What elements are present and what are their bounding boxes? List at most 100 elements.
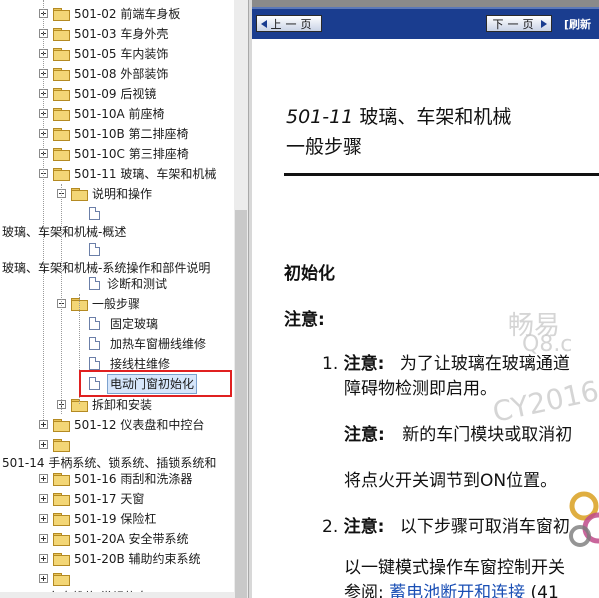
expand-plus-icon[interactable] bbox=[39, 420, 48, 429]
tree-item[interactable]: 501-08 外部装饰 bbox=[0, 64, 234, 84]
tree-item-label: 501-19 保险杠 bbox=[74, 512, 157, 526]
document-pane: 上一页 下一页 [刷新 501-11 玻璃、车架和机械 一般步骤 初始化 注意:… bbox=[252, 0, 599, 598]
tree-item-label: 加热车窗栅线维修 bbox=[110, 337, 207, 351]
tree-item[interactable]: 501-09 后视镜 bbox=[0, 84, 234, 104]
tree-item[interactable]: 501-11 玻璃、车架和机械 bbox=[0, 164, 234, 184]
tree-item-label: 一般步骤 bbox=[92, 297, 141, 311]
tree-item-label: 诊断和测试 bbox=[107, 277, 168, 291]
expand-plus-icon[interactable] bbox=[39, 534, 48, 543]
tree-item-label: 501-09 后视镜 bbox=[74, 87, 157, 101]
tree-item-label: 501-16 雨刮和洗涤器 bbox=[74, 472, 193, 486]
page-subtitle: 一般步骤 bbox=[286, 136, 363, 158]
document-icon bbox=[89, 243, 100, 256]
folder-icon bbox=[53, 513, 70, 526]
tree-item[interactable]: 501-12 仪表盘和中控台 bbox=[0, 415, 234, 435]
document-icon bbox=[89, 207, 100, 220]
tree-horizontal-scrollbar[interactable] bbox=[0, 592, 234, 598]
tree-item-label: 501-03 车身外壳 bbox=[74, 27, 169, 41]
folder-icon bbox=[71, 188, 88, 201]
note-2-label: 注意: bbox=[344, 425, 385, 445]
arrow-right-icon bbox=[541, 20, 547, 28]
note-heading: 注意: bbox=[284, 310, 325, 330]
reference-label: 参阅: bbox=[344, 583, 384, 598]
tree-item-label: 501-20A 安全带系统 bbox=[74, 532, 189, 546]
expand-plus-icon[interactable] bbox=[39, 494, 48, 503]
document-toolbar: 上一页 下一页 [刷新 bbox=[252, 7, 599, 39]
watermark-logo-icon bbox=[569, 491, 599, 547]
tree-item[interactable]: 501-05 车内装饰 bbox=[0, 44, 234, 64]
refresh-link[interactable]: [刷新 bbox=[564, 16, 591, 32]
tree-item[interactable]: 501-19 保险杠 bbox=[0, 509, 234, 529]
folder-icon bbox=[53, 68, 70, 81]
tree-item[interactable]: 501-10B 第二排座椅 bbox=[0, 124, 234, 144]
folder-icon bbox=[53, 553, 70, 566]
title-divider bbox=[284, 173, 599, 176]
folder-icon bbox=[53, 108, 70, 121]
battery-disconnect-link[interactable]: 蓄电池断开和连接 bbox=[389, 583, 525, 598]
folder-icon bbox=[53, 533, 70, 546]
folder-icon bbox=[53, 573, 70, 586]
mode-instruction: 以一键模式操作车窗控制开关 bbox=[344, 558, 565, 578]
tree-item-label: 501-20B 辅助约束系统 bbox=[74, 552, 201, 566]
folder-icon bbox=[53, 493, 70, 506]
tree-scrollbar-thumb[interactable] bbox=[235, 210, 247, 598]
expand-plus-icon[interactable] bbox=[39, 514, 48, 523]
title-code: 501-11 bbox=[286, 106, 354, 128]
tree-connector-line bbox=[61, 184, 62, 414]
next-page-label: 下一页 bbox=[492, 18, 538, 31]
tree-item[interactable]: 诊断和测试 bbox=[0, 274, 234, 294]
tree-item-label: 501-10C 第三排座椅 bbox=[74, 147, 189, 161]
folder-icon bbox=[53, 8, 70, 21]
step-2-note-label: 注意: bbox=[343, 517, 385, 537]
tree-scrollbar[interactable] bbox=[234, 0, 248, 598]
folder-icon bbox=[53, 28, 70, 41]
folder-icon bbox=[53, 439, 70, 452]
tree-item[interactable]: 501-03 车身外壳 bbox=[0, 24, 234, 44]
tree-item[interactable]: 501-20B 辅助约束系统 bbox=[0, 549, 234, 569]
ignition-instruction: 将点火开关调节到ON位置。 bbox=[344, 471, 558, 491]
folder-icon bbox=[53, 148, 70, 161]
tree-item-label: 玻璃、车架和机械-概述 bbox=[2, 225, 127, 239]
expand-plus-icon[interactable] bbox=[39, 554, 48, 563]
tree-item-label: 501-08 外部装饰 bbox=[74, 67, 169, 81]
tree-item[interactable]: 加热车窗栅线维修 bbox=[0, 334, 234, 354]
expand-plus-icon[interactable] bbox=[39, 440, 48, 449]
tree-item[interactable]: 501-10C 第三排座椅 bbox=[0, 144, 234, 164]
window-top-strip bbox=[252, 0, 599, 7]
step-1-number: 1. bbox=[322, 354, 339, 374]
folder-icon bbox=[53, 168, 70, 181]
step-1-text: 为了让玻璃在玻璃通道 bbox=[399, 354, 570, 374]
tree-item-label: 501-02 前端车身板 bbox=[74, 7, 181, 21]
folder-icon bbox=[53, 128, 70, 141]
section-heading: 初始化 bbox=[284, 264, 335, 284]
tree-item-label: 501-17 天窗 bbox=[74, 492, 145, 506]
folder-icon bbox=[53, 419, 70, 432]
document-icon bbox=[89, 277, 100, 290]
tree-item[interactable]: 501-16 雨刮和洗涤器 bbox=[0, 469, 234, 489]
tree-item[interactable]: 玻璃、车架和机械-概述 bbox=[0, 222, 234, 242]
tree-item[interactable]: 一般步骤 bbox=[0, 294, 234, 314]
title-text: 玻璃、车架和机械 bbox=[353, 106, 512, 128]
tree-item[interactable] bbox=[0, 435, 234, 455]
tree-item[interactable]: 固定玻璃 bbox=[0, 314, 234, 334]
step-1-note-label: 注意: bbox=[343, 354, 385, 374]
tree-item-label: 501-05 车内装饰 bbox=[74, 47, 169, 61]
note-2-text: 新的车门模块或取消初 bbox=[402, 425, 573, 445]
tree-item[interactable] bbox=[0, 204, 234, 224]
expand-plus-icon[interactable] bbox=[39, 474, 48, 483]
folder-icon bbox=[53, 48, 70, 61]
previous-page-button[interactable]: 上一页 bbox=[256, 15, 322, 32]
expand-plus-icon[interactable] bbox=[39, 574, 48, 583]
next-page-button[interactable]: 下一页 bbox=[486, 15, 552, 32]
tree-item[interactable]: 说明和操作 bbox=[0, 184, 234, 204]
tree-item[interactable] bbox=[0, 240, 234, 260]
tree-item[interactable] bbox=[0, 569, 234, 589]
tree-item[interactable]: 501-17 天窗 bbox=[0, 489, 234, 509]
tree-item[interactable]: 501-10A 前座椅 bbox=[0, 104, 234, 124]
previous-page-label: 上一页 bbox=[270, 18, 316, 31]
navigation-tree[interactable]: 501-02 前端车身板 501-03 车身外壳 501-05 车内装饰 501-08… bbox=[0, 0, 234, 598]
step-1-line-2: 障碍物检测即启用。 bbox=[344, 379, 497, 399]
tree-item[interactable]: 501-02 前端车身板 bbox=[0, 4, 234, 24]
tree-item[interactable]: 501-20A 安全带系统 bbox=[0, 529, 234, 549]
tree-item[interactable]: 拆卸和安装 bbox=[0, 395, 234, 415]
